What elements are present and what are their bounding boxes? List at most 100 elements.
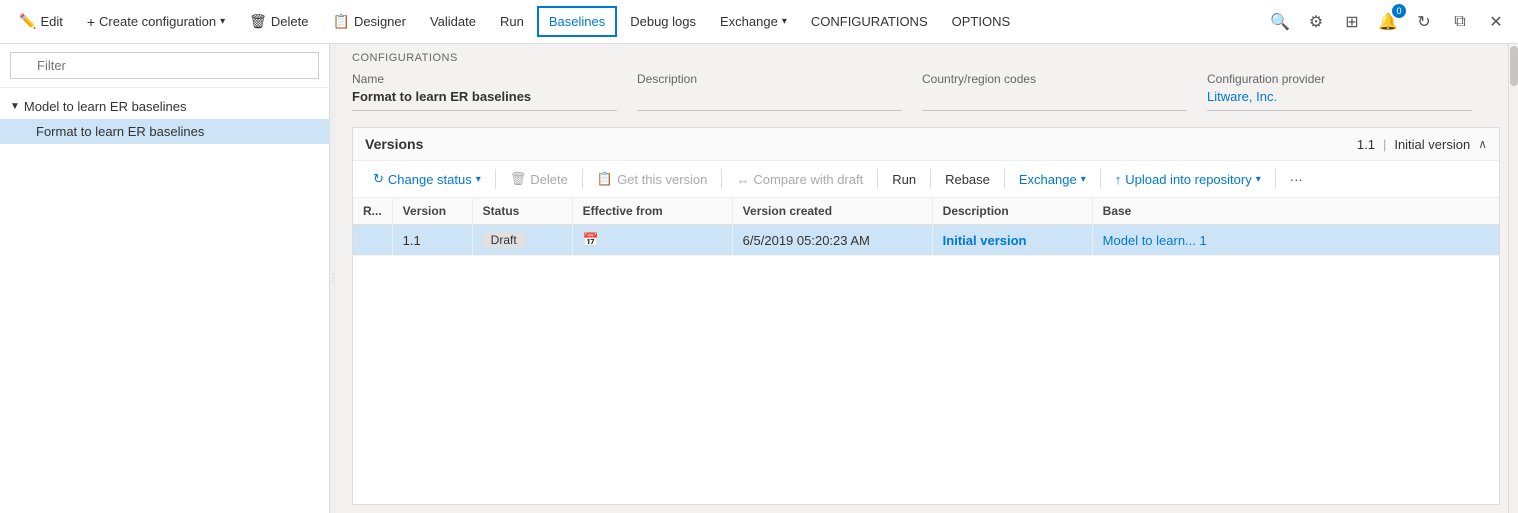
- compare-draft-label: Compare with draft: [753, 172, 863, 187]
- main-layout: 🔍 ▼ Model to learn ER baselines Format t…: [0, 44, 1518, 513]
- version-separator: |: [1383, 137, 1386, 152]
- calendar-icon[interactable]: 📅: [583, 232, 599, 247]
- change-status-label: Change status: [388, 172, 472, 187]
- vertical-scrollbar[interactable]: [1508, 44, 1518, 513]
- refresh-icon[interactable]: ↻: [1410, 8, 1438, 36]
- upload-repository-button[interactable]: ↑ Upload into repository ▾: [1107, 168, 1269, 191]
- versions-panel-header: Versions 1.1 | Initial version ∧: [353, 128, 1499, 161]
- chevron-down-icon: ▾: [220, 16, 225, 27]
- rebase-button[interactable]: Rebase: [937, 168, 998, 191]
- run-button[interactable]: Run: [884, 168, 924, 191]
- change-status-dropdown-icon: ▾: [476, 174, 481, 185]
- run-label: Run: [892, 172, 916, 187]
- col-header-version-created: Version created: [732, 198, 932, 225]
- nav-baselines-label: Baselines: [549, 14, 605, 29]
- search-icon[interactable]: 🔍: [1266, 8, 1294, 36]
- versions-delete-button[interactable]: 🗑 Delete: [502, 167, 576, 191]
- nav-debug-logs[interactable]: Debug logs: [619, 7, 707, 36]
- toolbar-sep-7: [1100, 169, 1101, 189]
- content-area: CONFIGURATIONS Name Format to learn ER b…: [336, 44, 1508, 513]
- col-header-effective-from: Effective from: [572, 198, 732, 225]
- versions-panel: Versions 1.1 | Initial version ∧ ↻ Chang…: [352, 127, 1500, 505]
- field-description: Description: [637, 72, 922, 111]
- tree-item-format[interactable]: Format to learn ER baselines: [0, 119, 329, 144]
- close-icon[interactable]: ✕: [1482, 8, 1510, 36]
- cell-description: Initial version: [932, 225, 1092, 256]
- nav-create-configuration[interactable]: + Create configuration ▾: [76, 7, 236, 37]
- field-provider-value[interactable]: Litware, Inc.: [1207, 89, 1472, 111]
- field-name-value: Format to learn ER baselines: [352, 89, 617, 111]
- col-header-base: Base: [1092, 198, 1499, 225]
- nav-configurations-label: CONFIGURATIONS: [811, 14, 928, 29]
- nav-validate[interactable]: Validate: [419, 7, 487, 36]
- collapse-icon[interactable]: ∧: [1478, 137, 1487, 151]
- field-name-label: Name: [352, 72, 617, 86]
- nav-exchange[interactable]: Exchange ▾: [709, 7, 798, 36]
- versions-table-container: R... Version Status Effective from Versi…: [353, 198, 1499, 504]
- get-version-icon: 📋: [597, 171, 613, 187]
- upload-label: Upload into repository: [1125, 172, 1251, 187]
- col-header-description: Description: [932, 198, 1092, 225]
- toolbar-sep-1: [495, 169, 496, 189]
- tree-arrow-icon: ▼: [10, 101, 20, 112]
- compare-draft-button[interactable]: ↔ Compare with draft: [728, 168, 871, 191]
- more-label: ···: [1290, 172, 1303, 187]
- table-header: R... Version Status Effective from Versi…: [353, 198, 1499, 225]
- nav-configurations[interactable]: CONFIGURATIONS: [800, 7, 939, 36]
- nav-options[interactable]: OPTIONS: [941, 7, 1022, 36]
- nav-baselines[interactable]: Baselines: [537, 6, 617, 37]
- nav-designer-label: Designer: [354, 14, 406, 29]
- rebase-label: Rebase: [945, 172, 990, 187]
- get-this-version-button[interactable]: 📋 Get this version: [589, 167, 716, 191]
- nav-run[interactable]: Run: [489, 7, 535, 36]
- cell-effective-from: 📅: [572, 225, 732, 256]
- tree-item-model-label: Model to learn ER baselines: [24, 99, 187, 114]
- toolbar-sep-3: [721, 169, 722, 189]
- nav-delete[interactable]: 🗑 Delete: [238, 6, 319, 37]
- nav-designer[interactable]: 📋 Designer: [322, 6, 417, 37]
- notification-bell[interactable]: 🔔 0: [1374, 8, 1402, 36]
- versions-title: Versions: [365, 136, 423, 152]
- delete-icon: 🗑: [249, 13, 267, 30]
- notification-count: 0: [1392, 4, 1406, 18]
- filter-area: 🔍: [0, 44, 329, 88]
- field-name: Name Format to learn ER baselines: [352, 72, 637, 111]
- section-label: CONFIGURATIONS: [352, 52, 1492, 64]
- toolbar-sep-8: [1275, 169, 1276, 189]
- cell-r: [353, 225, 392, 256]
- get-version-label: Get this version: [617, 172, 707, 187]
- tree-item-format-label: Format to learn ER baselines: [36, 124, 204, 139]
- compare-draft-icon: ↔: [736, 172, 749, 187]
- table-row[interactable]: 1.1 Draft 📅 6/5/2019 05:20:23 AM Initial…: [353, 225, 1499, 256]
- exchange-button[interactable]: Exchange ▾: [1011, 168, 1094, 191]
- tree-item-model[interactable]: ▼ Model to learn ER baselines: [0, 94, 329, 119]
- more-button[interactable]: ···: [1282, 168, 1311, 191]
- cell-status: Draft: [472, 225, 572, 256]
- configurations-header: CONFIGURATIONS Name Format to learn ER b…: [336, 44, 1508, 119]
- base-link[interactable]: Model to learn... 1: [1103, 233, 1207, 248]
- nav-right-actions: 🔍 ⚙ ⊞ 🔔 0 ↻ ⧉ ✕: [1266, 8, 1510, 36]
- settings-icon[interactable]: ⚙: [1302, 8, 1330, 36]
- field-description-label: Description: [637, 72, 902, 86]
- nav-edit-label: Edit: [40, 14, 62, 29]
- field-provider: Configuration provider Litware, Inc.: [1207, 72, 1492, 111]
- restore-icon[interactable]: ⧉: [1446, 8, 1474, 36]
- change-status-button[interactable]: ↻ Change status ▾: [365, 167, 489, 191]
- nav-edit[interactable]: ✏️ Edit: [8, 6, 74, 37]
- nav-create-label: Create configuration: [99, 14, 216, 29]
- col-header-status: Status: [472, 198, 572, 225]
- filter-input[interactable]: [10, 52, 319, 79]
- nav-debuglogs-label: Debug logs: [630, 14, 696, 29]
- scroll-thumb[interactable]: [1510, 46, 1518, 86]
- field-country-region: Country/region codes: [922, 72, 1207, 111]
- versions-delete-icon: 🗑: [510, 171, 527, 187]
- edit-icon: ✏️: [19, 13, 36, 30]
- filter-wrapper: 🔍: [10, 52, 319, 79]
- col-header-r: R...: [353, 198, 392, 225]
- upload-icon: ↑: [1115, 172, 1122, 187]
- windows-icon[interactable]: ⊞: [1338, 8, 1366, 36]
- toolbar-sep-4: [877, 169, 878, 189]
- nav-run-label: Run: [500, 14, 524, 29]
- cell-version-created: 6/5/2019 05:20:23 AM: [732, 225, 932, 256]
- status-badge: Draft: [483, 232, 525, 248]
